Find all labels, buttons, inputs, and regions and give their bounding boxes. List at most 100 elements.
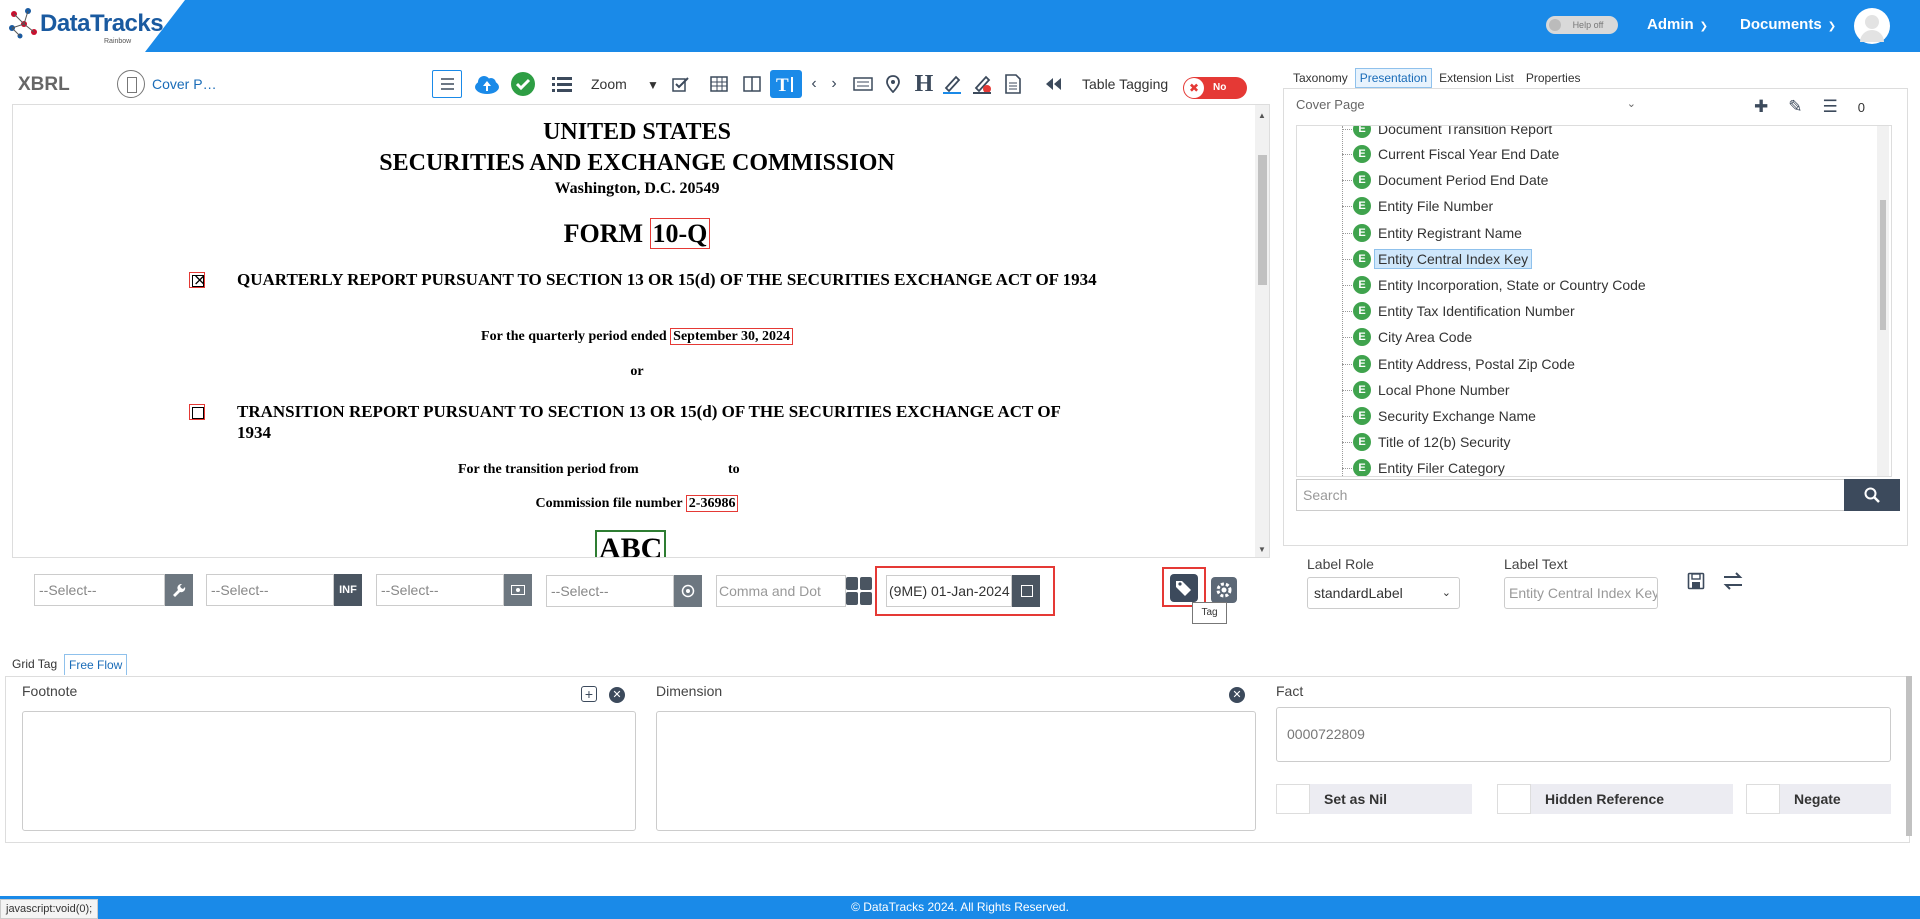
set-as-nil-checkbox[interactable] (1276, 784, 1310, 814)
text-tag-button[interactable]: T (770, 70, 802, 98)
tree-item[interactable]: E Document Transition Report (1342, 126, 1552, 141)
tree-item[interactable]: E Title of 12(b) Security (1342, 430, 1511, 454)
transition-checkbox[interactable] (189, 404, 205, 420)
label-role-select[interactable]: standardLabel ⌄ (1307, 577, 1460, 609)
tab-taxonomy[interactable]: Taxonomy (1288, 68, 1353, 88)
chevron-right-icon[interactable]: › (826, 70, 842, 98)
document-viewer[interactable]: UNITED STATES SECURITIES AND EXCHANGE CO… (12, 104, 1270, 558)
footnote-textarea[interactable] (22, 711, 636, 831)
section-select[interactable]: Cover Page ⌄ (1296, 97, 1636, 119)
quarterly-checkbox[interactable] (189, 270, 206, 289)
dimension-area[interactable] (656, 711, 1256, 831)
tree-item-label: Title of 12(b) Security (1378, 434, 1511, 450)
upload-cloud-button[interactable] (472, 70, 502, 98)
doc-scrollbar[interactable]: ▲ ▼ (1255, 105, 1269, 557)
tree-item[interactable]: E Security Exchange Name (1342, 404, 1536, 428)
tab-grid-tag[interactable]: Grid Tag (8, 654, 61, 674)
table-button[interactable] (706, 70, 732, 98)
help-toggle[interactable]: Help off (1546, 16, 1618, 34)
hidden-reference-checkbox[interactable] (1497, 784, 1531, 814)
label-text-input[interactable]: Entity Central Index Key (1504, 577, 1658, 609)
columns-button[interactable] (739, 70, 765, 98)
form-type-tag[interactable]: 10-Q (649, 218, 711, 249)
tab-properties[interactable]: Properties (1521, 68, 1586, 88)
set-as-nil-option[interactable]: Set as Nil (1276, 784, 1472, 814)
list-view-button[interactable] (548, 70, 576, 98)
tab-presentation[interactable]: Presentation (1354, 68, 1433, 88)
highlight-button[interactable] (940, 70, 964, 98)
bottom-scrollbar[interactable] (1906, 676, 1912, 836)
close-icon[interactable]: ✕ (1229, 687, 1245, 703)
tree-item[interactable]: E Document Period End Date (1342, 168, 1548, 192)
document-button[interactable] (1001, 70, 1025, 98)
search-button[interactable] (1844, 479, 1900, 511)
inference-select[interactable]: --Select-- (206, 574, 334, 606)
presentation-tree[interactable]: E Document Transition Report E Current Fis… (1296, 125, 1892, 477)
hidden-reference-option[interactable]: Hidden Reference (1497, 784, 1733, 814)
period-input[interactable]: (9ME) 01-Jan-2024 (886, 575, 1012, 607)
period-end-tag[interactable]: September 30, 2024 (670, 328, 793, 345)
scroll-thumb[interactable] (1880, 200, 1886, 330)
columns-icon (743, 76, 761, 92)
table-tagging-toggle[interactable]: ✖ No (1183, 77, 1247, 99)
admin-menu[interactable]: Admin ❯ (1647, 16, 1708, 33)
zoom-label[interactable]: Zoom (591, 76, 627, 92)
tab-extension-list[interactable]: Extension List (1434, 68, 1519, 88)
unit-select[interactable]: --Select-- (376, 574, 504, 606)
user-avatar[interactable] (1854, 8, 1890, 44)
inf-button[interactable]: INF (334, 574, 362, 606)
negate-checkbox[interactable] (1746, 784, 1780, 814)
money-icon[interactable] (504, 574, 532, 606)
heading-icon[interactable]: H (910, 70, 938, 98)
calendar-icon[interactable] (1012, 575, 1040, 607)
plus-icon[interactable]: ✚ (1754, 97, 1768, 117)
tree-item[interactable]: E Current Fiscal Year End Date (1342, 142, 1559, 166)
tree-item[interactable]: E Entity Tax Identification Number (1342, 299, 1575, 323)
tree-item[interactable]: E Entity Address, Postal Zip Code (1342, 352, 1575, 376)
scroll-down-icon[interactable]: ▼ (1258, 545, 1266, 554)
collapse-button[interactable] (1040, 70, 1066, 98)
scale-select[interactable]: --Select-- (546, 575, 674, 607)
save-icon[interactable] (1687, 572, 1705, 595)
label-role-title: Label Role (1307, 556, 1374, 572)
tag-button[interactable] (1170, 574, 1198, 602)
tree-scrollbar[interactable] (1877, 126, 1889, 476)
tree-item[interactable]: E City Area Code (1342, 325, 1472, 349)
location-button[interactable] (882, 70, 904, 98)
menu-icon[interactable]: ☰ (1823, 97, 1838, 117)
add-icon[interactable]: + (581, 686, 597, 702)
edit-icon[interactable]: ✎ (1788, 97, 1802, 117)
scroll-up-icon[interactable]: ▲ (1258, 111, 1266, 120)
concept-select[interactable]: --Select-- (34, 574, 165, 606)
tree-item[interactable]: E Entity Filer Category (1342, 456, 1505, 476)
wrench-icon[interactable] (165, 574, 193, 606)
cover-page-link[interactable]: Cover P… (152, 76, 217, 92)
chevron-left-icon[interactable]: ‹ (806, 70, 822, 98)
commission-number-tag[interactable]: 2-36986 (685, 495, 739, 512)
validate-button[interactable] (508, 70, 538, 98)
scroll-thumb[interactable] (1258, 155, 1267, 285)
tree-item[interactable]: E Local Phone Number (1342, 378, 1510, 402)
settings-button[interactable] (1211, 577, 1237, 603)
close-icon[interactable]: ✕ (609, 687, 625, 703)
format-input[interactable]: Comma and Dot (716, 575, 846, 607)
fact-value-input[interactable]: 0000722809 (1276, 707, 1891, 762)
tab-free-flow[interactable]: Free Flow (64, 654, 128, 675)
checklist-button[interactable] (668, 70, 694, 98)
target-icon[interactable] (674, 575, 702, 607)
tree-item-selected[interactable]: E Entity Central Index Key (1342, 247, 1533, 271)
logo[interactable]: DataTracks Rainbow (0, 0, 185, 52)
search-input[interactable]: Search (1296, 479, 1846, 511)
tree-item[interactable]: E Entity File Number (1342, 194, 1493, 218)
document-icon[interactable] (117, 70, 145, 98)
tree-item[interactable]: E Entity Registrant Name (1342, 221, 1522, 245)
zoom-dropdown-icon[interactable]: ▼ (647, 78, 659, 92)
outline-view-button[interactable] (432, 70, 462, 98)
swap-icon[interactable] (1722, 572, 1744, 595)
card-button[interactable] (850, 70, 876, 98)
format-grid-icon[interactable] (846, 577, 872, 605)
negate-option[interactable]: Negate (1746, 784, 1891, 814)
tree-item[interactable]: E Entity Incorporation, State or Country … (1342, 273, 1646, 297)
remove-highlight-button[interactable] (970, 70, 994, 98)
documents-menu[interactable]: Documents ❯ (1740, 16, 1836, 33)
